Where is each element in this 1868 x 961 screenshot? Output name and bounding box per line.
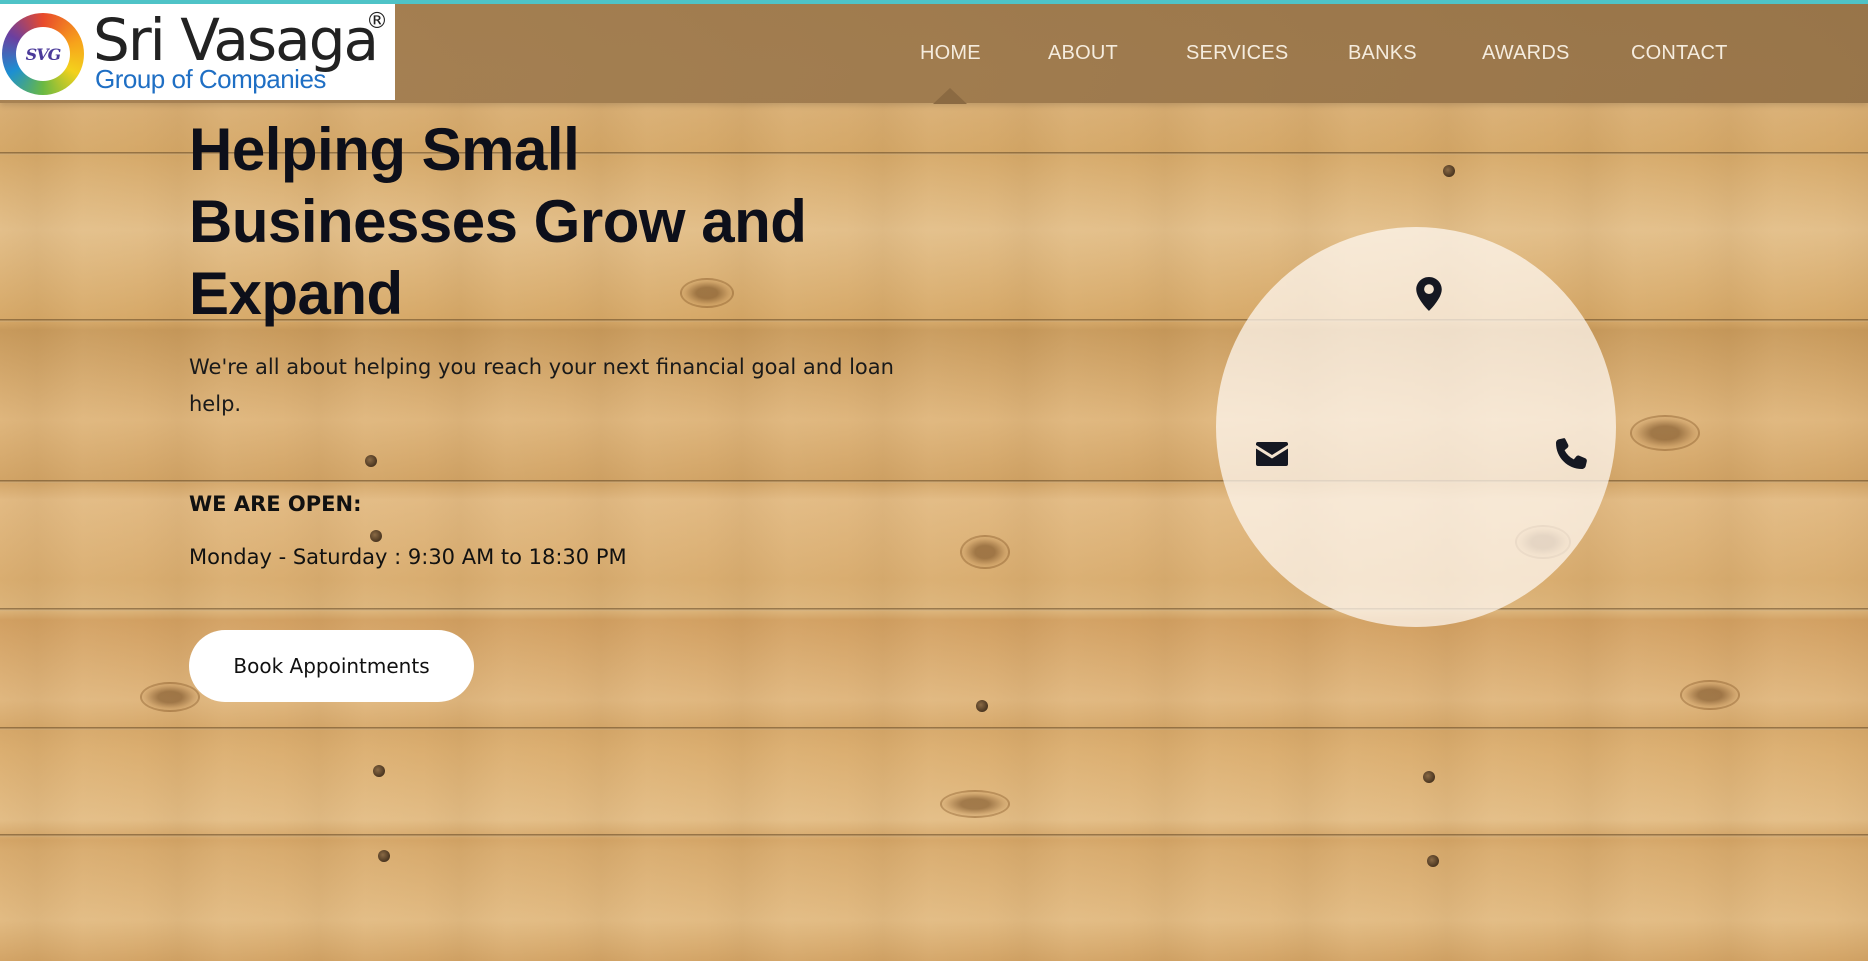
- open-hours-text: Monday - Saturday : 9:30 AM to 18:30 PM: [189, 545, 627, 569]
- wood-nail: [373, 765, 385, 777]
- wood-nail: [1443, 165, 1455, 177]
- wood-nail: [378, 850, 390, 862]
- wood-knot: [1630, 415, 1700, 451]
- nav-item-label: ABOUT: [1048, 42, 1118, 64]
- phone-icon[interactable]: [1556, 437, 1588, 469]
- nav-item-label: CONTACT: [1631, 42, 1728, 64]
- nav-item-label: SERVICES: [1186, 42, 1289, 64]
- wood-nail: [365, 455, 377, 467]
- hero-title: Helping Small Businesses Grow and Expand: [189, 116, 807, 327]
- wood-knot: [140, 682, 200, 712]
- plank-divider: [0, 834, 1868, 837]
- wood-nail: [370, 530, 382, 542]
- open-hours-heading: WE ARE OPEN:: [189, 492, 362, 516]
- nav-item-banks[interactable]: BANKS: [1348, 4, 1417, 103]
- wood-nail: [1427, 855, 1439, 867]
- book-appointments-button[interactable]: Book Appointments: [189, 630, 474, 702]
- wood-knot: [1680, 680, 1740, 710]
- envelope-icon[interactable]: [1256, 441, 1288, 467]
- plank-divider: [0, 727, 1868, 730]
- nav-item-home[interactable]: HOME: [920, 4, 981, 104]
- hero-subtitle: We're all about helping you reach your n…: [189, 355, 894, 416]
- map-pin-icon[interactable]: [1414, 277, 1444, 311]
- main-nav: HOME ABOUT SERVICES BANKS AWARDS CONTACT: [0, 4, 1868, 104]
- nav-item-contact[interactable]: CONTACT: [1631, 4, 1728, 103]
- contact-circle: [1216, 227, 1616, 627]
- nav-item-about[interactable]: ABOUT: [1048, 4, 1118, 103]
- wood-nail: [976, 700, 988, 712]
- nav-item-label: HOME: [920, 42, 981, 64]
- nav-item-label: BANKS: [1348, 42, 1417, 64]
- wood-nail: [1423, 771, 1435, 783]
- active-caret-icon: [933, 88, 968, 104]
- nav-item-services[interactable]: SERVICES: [1186, 4, 1288, 103]
- wood-knot: [960, 535, 1010, 569]
- nav-item-label: AWARDS: [1482, 42, 1570, 64]
- wood-knot: [940, 790, 1010, 818]
- nav-item-awards[interactable]: AWARDS: [1482, 4, 1570, 103]
- book-appointments-label: Book Appointments: [233, 654, 430, 678]
- plank-divider: [0, 608, 1868, 611]
